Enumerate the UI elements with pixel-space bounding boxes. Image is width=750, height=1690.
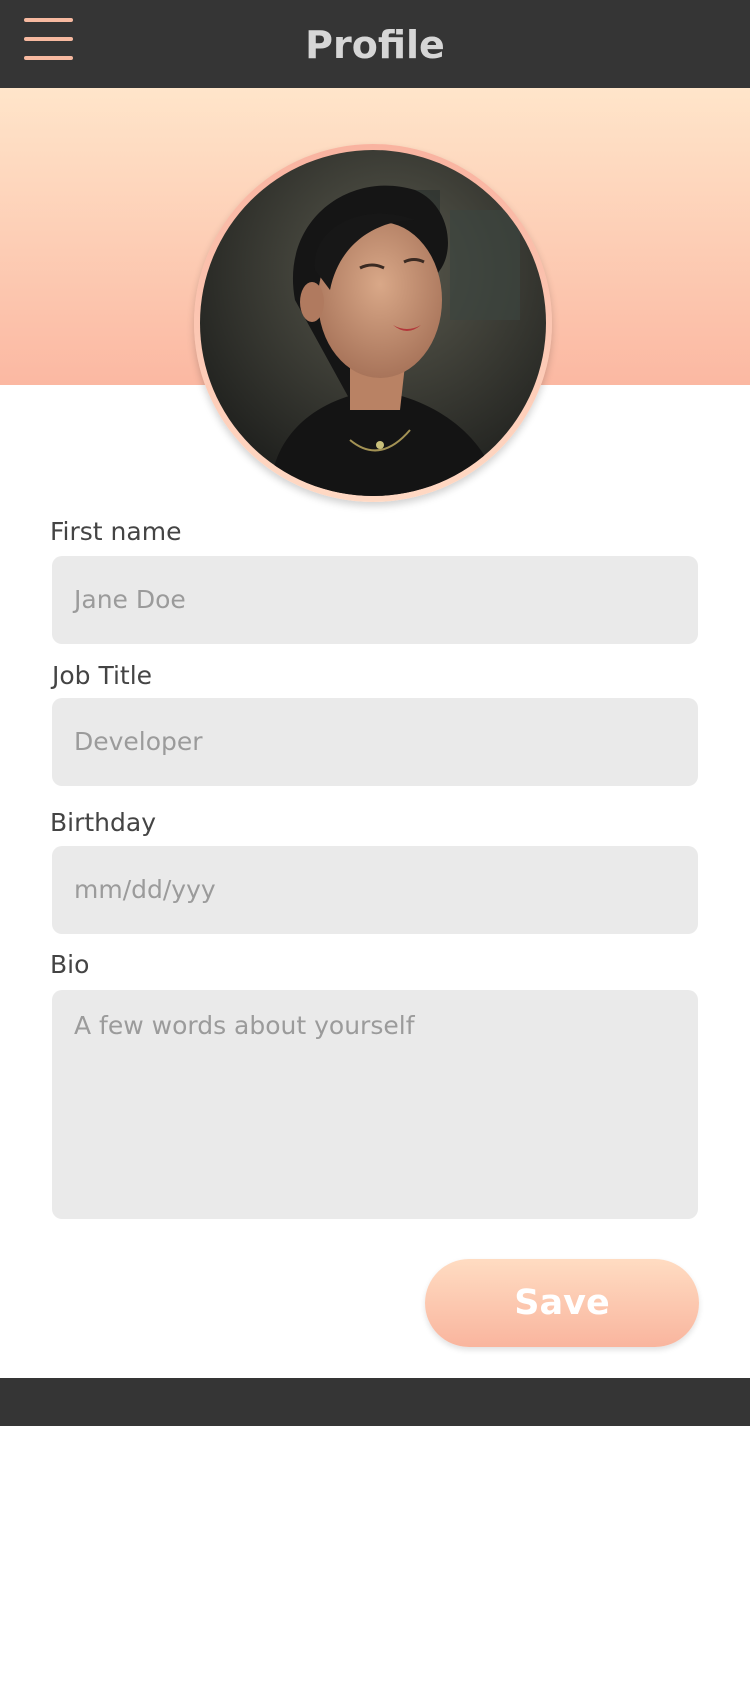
avatar[interactable] <box>194 144 552 502</box>
profile-photo <box>200 150 546 496</box>
top-bar: Profile <box>0 0 750 88</box>
birthday-input[interactable]: mm/dd/yyy <box>52 846 698 934</box>
bottom-bar <box>0 1378 750 1426</box>
bio-label: Bio <box>50 950 90 979</box>
birthday-label: Birthday <box>50 808 157 837</box>
page-title: Profile <box>305 23 445 67</box>
first-name-label: First name <box>50 517 182 546</box>
save-button[interactable]: Save <box>425 1259 699 1347</box>
first-name-input[interactable]: Jane Doe <box>52 556 698 644</box>
job-title-input[interactable]: Developer <box>52 698 698 786</box>
bio-textarea[interactable]: A few words about yourself <box>52 990 698 1219</box>
job-title-label: Job Title <box>52 661 153 690</box>
